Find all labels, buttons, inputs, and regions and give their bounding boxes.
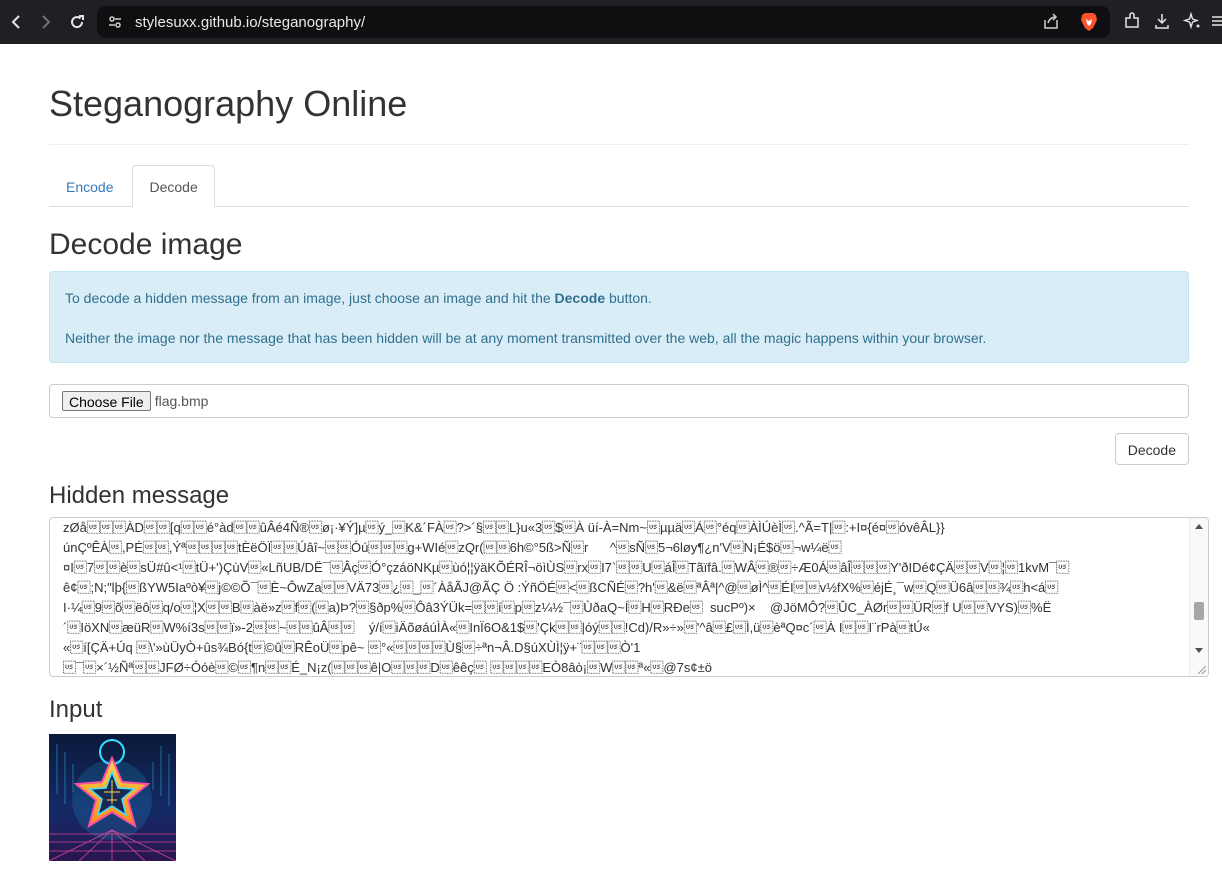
site-info-icon[interactable] [107, 14, 123, 30]
choose-file-button[interactable]: Choose File [62, 391, 151, 411]
scroll-up-icon[interactable] [1195, 524, 1203, 529]
selected-file-name: flag.bmp [154, 393, 209, 409]
info-line-2: Neither the image nor the message that h… [65, 330, 987, 346]
star-circuit-image [49, 734, 176, 861]
page-title: Steganography Online [49, 83, 408, 124]
page-header: Steganography Online [49, 84, 1189, 145]
back-arrow-icon[interactable] [4, 9, 30, 35]
tab-bar: Encode Decode [49, 165, 1189, 208]
forward-arrow-icon[interactable] [32, 9, 58, 35]
info-alert: To decode a hidden message from an image… [49, 271, 1189, 363]
page-container: Steganography Online Encode Decode Decod… [49, 44, 1209, 861]
scroll-down-icon[interactable] [1195, 648, 1203, 653]
share-icon[interactable] [1040, 11, 1062, 33]
hidden-message-textarea[interactable]: zØå ÀD [q é°àd ûÂé4Ñ® ø¡·¥Ý]µ ý_ K&´FÀ ?… [49, 517, 1209, 677]
reload-icon[interactable] [64, 9, 90, 35]
tab-decode[interactable]: Decode [132, 165, 215, 208]
scroll-thumb[interactable] [1194, 602, 1204, 620]
decode-heading: Decode image [49, 228, 243, 261]
menu-icon[interactable] [1212, 8, 1222, 34]
decode-button[interactable]: Decode [1114, 433, 1189, 465]
resize-grip-icon[interactable] [1196, 664, 1206, 674]
info-line-1-text: To decode a hidden message from an image… [65, 290, 555, 306]
textarea-scrollbar[interactable] [1189, 518, 1208, 676]
brave-shield-icon[interactable] [1078, 11, 1100, 33]
decode-row: Decode [49, 433, 1189, 465]
file-input[interactable]: Choose File flag.bmp [49, 384, 1189, 418]
download-icon[interactable] [1152, 8, 1172, 34]
info-line-1-end: button. [605, 290, 652, 306]
extensions-icon[interactable] [1122, 8, 1142, 34]
browser-toolbar: stylesuxx.github.io/steganography/ [0, 0, 1222, 44]
info-line-1: To decode a hidden message from an image… [65, 290, 1173, 306]
tab-encode[interactable]: Encode [49, 165, 130, 207]
address-bar[interactable]: stylesuxx.github.io/steganography/ [97, 6, 1110, 38]
input-heading: Input [49, 696, 103, 723]
hidden-message-heading: Hidden message [49, 482, 230, 509]
sparkle-icon[interactable] [1182, 8, 1202, 34]
url-text[interactable]: stylesuxx.github.io/steganography/ [135, 14, 365, 31]
hidden-message-text: zØå ÀD [q é°àd ûÂé4Ñ® ø¡·¥Ý]µ ý_ K&´FÀ ?… [63, 520, 1070, 675]
info-line-1-bold: Decode [554, 290, 606, 306]
